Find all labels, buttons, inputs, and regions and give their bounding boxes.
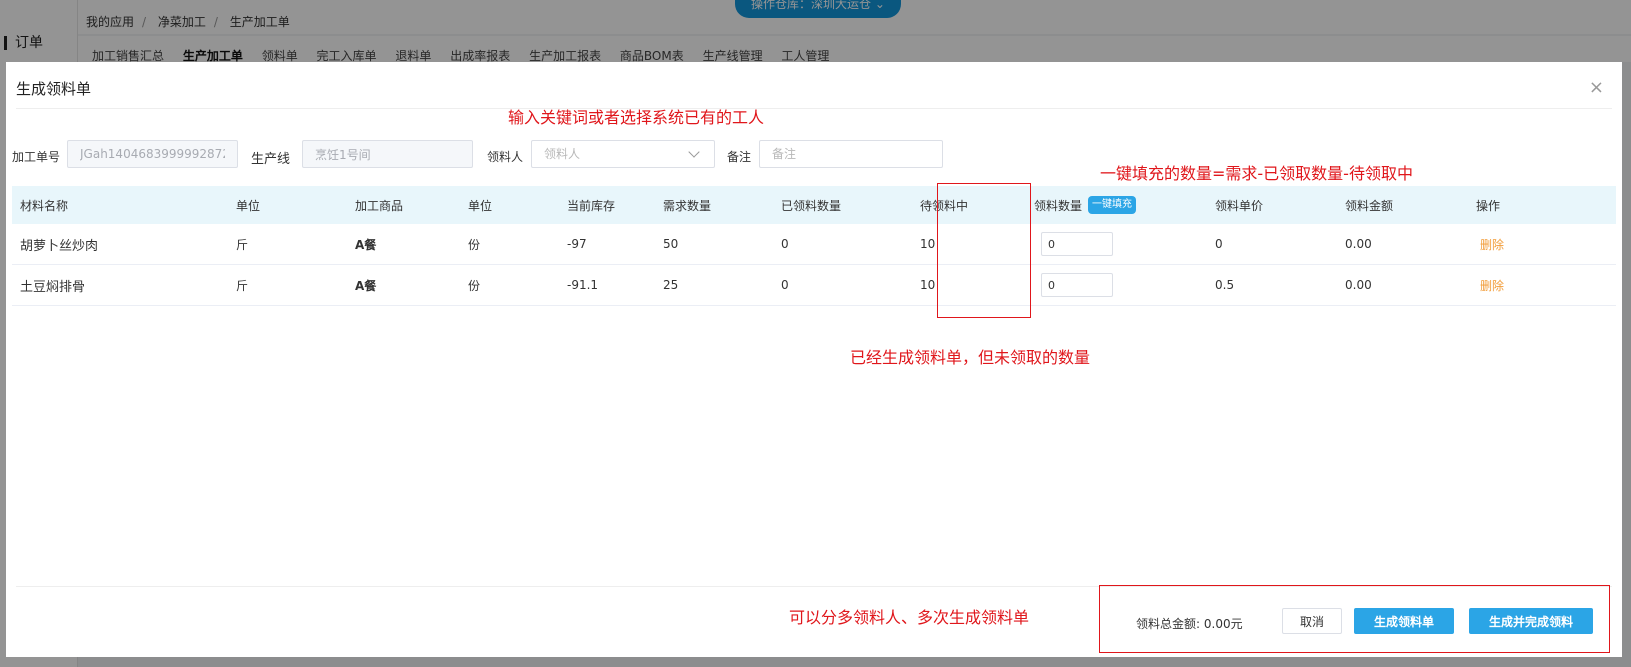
column-header-qty: 领料数量 一键填充 [1034,186,1137,224]
column-header: 已领料数量 [781,198,842,213]
amount: 0.00 [1345,278,1372,292]
picker-select[interactable] [531,140,715,168]
stock: -97 [567,237,587,251]
delete-link[interactable]: 删除 [1480,224,1504,264]
qty-cell [1041,265,1113,305]
column-header: 需求数量 [663,198,712,213]
material-name: 土豆焖排骨 [20,279,86,295]
unit: 斤 [236,237,249,252]
column-header: 领料单价 [1215,198,1264,213]
column-header: 领料金额 [1345,198,1394,213]
amount: 0.00 [1345,237,1372,251]
picking-qty-input[interactable] [1041,232,1113,256]
unit: 斤 [236,278,249,293]
annotation-box-footer [1099,585,1610,653]
column-header: 当前库存 [567,198,616,213]
column-header: 加工商品 [355,198,404,213]
material-name: 胡萝卜丝炒肉 [20,238,99,254]
pending-qty: 10 [920,278,936,292]
order-no-field [67,140,238,168]
demand: 50 [663,237,679,251]
line-field [302,140,473,168]
received-qty: 0 [781,237,789,251]
picking-qty-input[interactable] [1041,273,1113,297]
table-row: 胡萝卜丝炒肉 斤 A餐 份 -97 50 0 10 0 0.00 删除 [12,224,1616,265]
materials-table: 材料名称 单位 加工商品 单位 当前库存 需求数量 已领料数量 待领料中 领料数… [12,186,1616,306]
qty-cell [1041,224,1113,264]
received-qty: 0 [781,278,789,292]
annotation-fill-formula: 一键填充的数量=需求-已领取数量-待领取中 [1100,164,1413,183]
demand: 25 [663,278,679,292]
product: A餐 [355,237,377,252]
annotation-picker-hint: 输入关键词或者选择系统已有的工人 [508,108,765,127]
product: A餐 [355,278,377,293]
unit-price: 0.5 [1215,278,1235,292]
modal-title: 生成领料单 [16,80,92,98]
column-header: 单位 [468,198,493,213]
remark-input[interactable] [759,140,943,168]
annotation-pending-hint: 已经生成领料单，但未领取的数量 [850,348,1091,367]
picker-label: 领料人 [487,150,524,164]
column-header: 材料名称 [20,198,69,213]
close-icon[interactable]: × [1589,79,1604,97]
fill-all-button[interactable]: 一键填充 [1088,196,1137,214]
pending-qty: 10 [920,237,936,251]
column-header: 单位 [236,198,261,213]
annotation-multi-hint: 可以分多领料人、多次生成领料单 [789,608,1030,627]
stock: -91.1 [567,278,599,292]
delete-link[interactable]: 删除 [1480,265,1504,305]
table-header: 材料名称 单位 加工商品 单位 当前库存 需求数量 已领料数量 待领料中 领料数… [12,186,1616,224]
product-unit: 份 [468,278,481,293]
annotation-box-pending [937,183,1031,318]
divider [16,108,1612,109]
order-no-label: 加工单号 [12,150,61,164]
line-label: 生产线 [251,152,291,167]
unit-price: 0 [1215,237,1223,251]
column-header: 操作 [1476,198,1501,213]
product-unit: 份 [468,237,481,252]
table-row: 土豆焖排骨 斤 A餐 份 -91.1 25 0 10 0.5 0.00 删除 [12,265,1616,306]
generate-picking-modal: 生成领料单 × 加工单号 生产线 领料人 备注 材料名称 单位 加工商品 单位 … [6,62,1622,657]
form-row: 加工单号 生产线 领料人 备注 [6,140,1006,170]
remark-label: 备注 [727,150,752,164]
column-header-label: 领料数量 [1034,198,1083,213]
